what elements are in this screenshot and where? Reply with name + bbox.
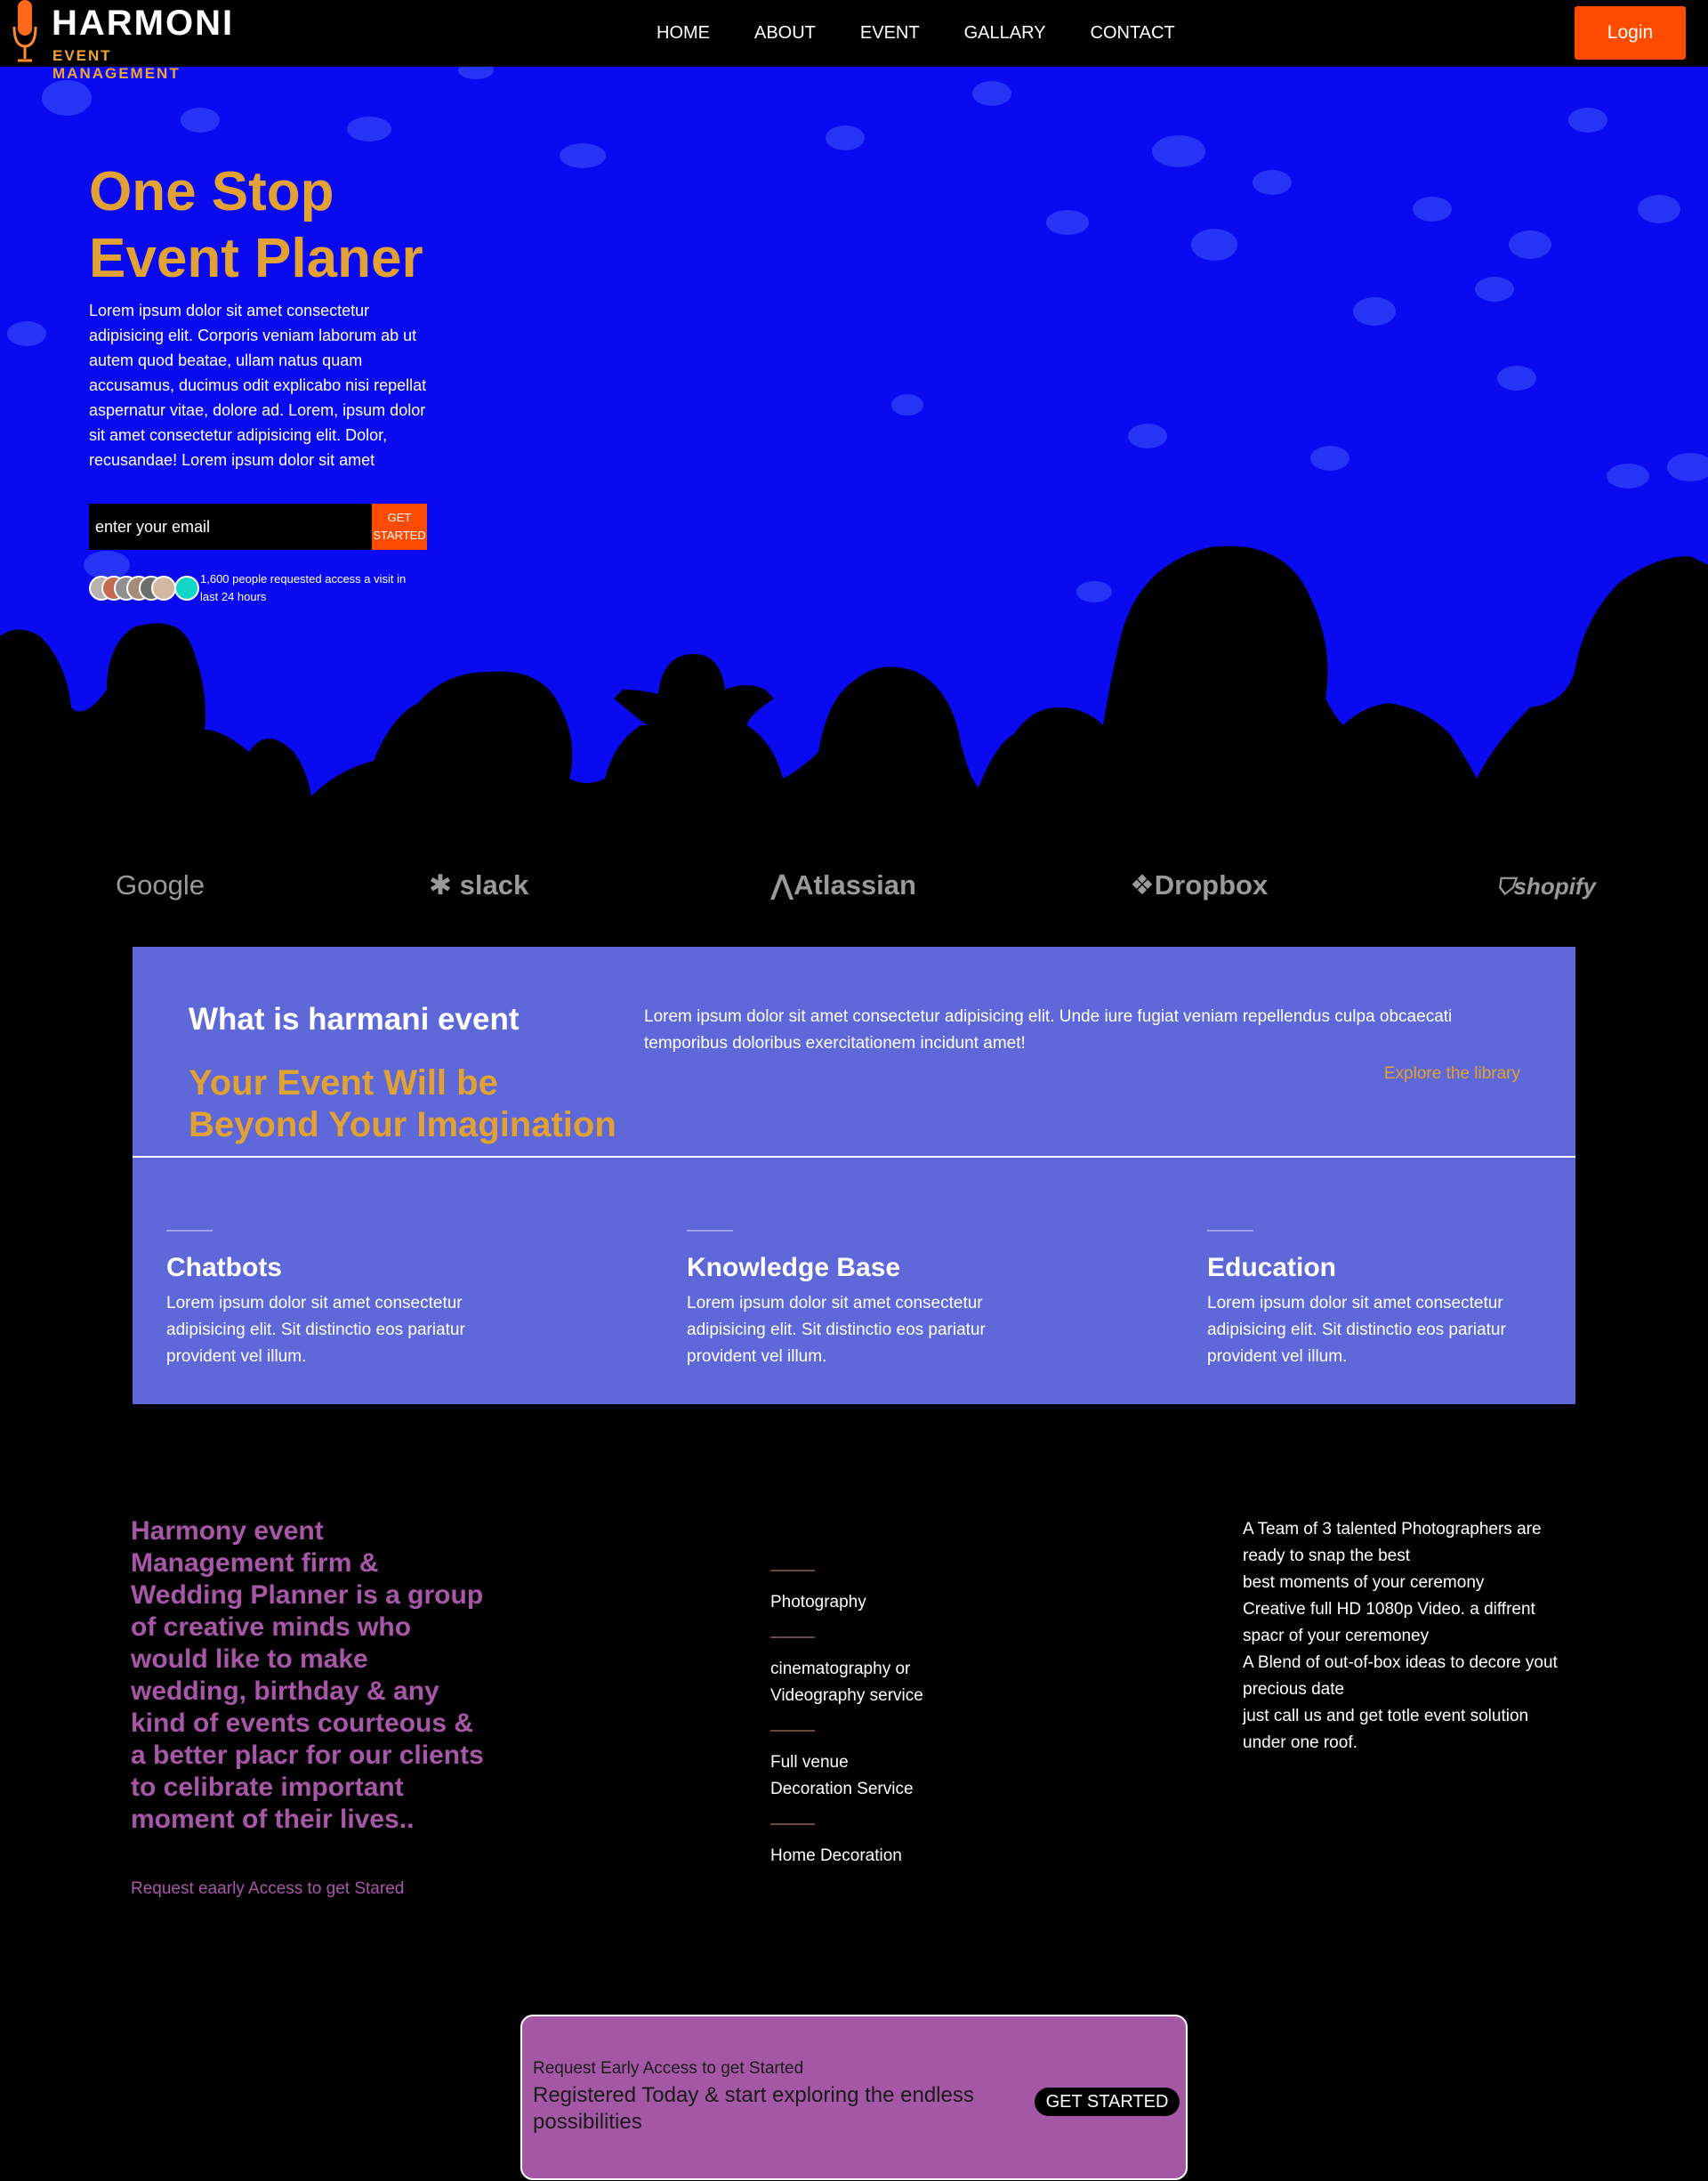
nav-link-about[interactable]: ABOUT <box>754 23 816 44</box>
service-divider <box>770 1570 815 1571</box>
feature-title: Education <box>1207 1253 1337 1282</box>
google-logo: Google <box>116 869 205 901</box>
atlassian-logo: ⋀Atlassian <box>770 869 916 901</box>
hero-section: One Stop Event Planer Lorem ipsum dolor … <box>0 67 1708 841</box>
nav-link-home[interactable]: HOME <box>657 23 710 44</box>
cta-title: Registered Today & start exploring the e… <box>533 2083 974 2134</box>
slack-logo: ✱ slack <box>429 869 528 901</box>
feature-chatbots: Chatbots Lorem ipsum dolor sit amet cons… <box>166 1230 522 1370</box>
service-item: cinematography or Videography service <box>770 1660 923 1705</box>
shopify-logo: ⛉shopify <box>1496 873 1596 901</box>
slack-label: slack <box>459 869 529 901</box>
feature-description: Lorem ipsum dolor sit amet consectetur a… <box>687 1294 986 1366</box>
cta-subtitle: Request Early Access to get Started <box>533 2059 804 2078</box>
nav-link-event[interactable]: EVENT <box>860 23 920 44</box>
dropbox-logo: ❖Dropbox <box>1130 869 1268 901</box>
avatar-group <box>89 576 203 601</box>
services-list: Photography cinematography or Videograph… <box>770 1570 1037 1890</box>
team-line: A Team of 3 talented Photographers are r… <box>1243 1520 1542 1565</box>
service-item: Full venue Decoration Service <box>770 1753 914 1798</box>
avatar <box>151 576 176 601</box>
shopify-label: shopify <box>1513 873 1596 900</box>
cta-card: Request Early Access to get Started Regi… <box>520 2015 1188 2180</box>
hero-title: One Stop Event Planer <box>89 161 423 289</box>
cta-get-started-button[interactable]: GET STARTED <box>1035 2088 1180 2116</box>
team-line: A Blend of out-of-box ideas to decore yo… <box>1243 1653 1558 1699</box>
explore-library-link[interactable]: Explore the library <box>1384 1064 1520 1084</box>
service-item: Photography <box>770 1593 866 1612</box>
logo-title: HARMONI <box>52 4 235 43</box>
feature-education: Education Lorem ipsum dolor sit amet con… <box>1207 1230 1563 1370</box>
microphone-icon <box>12 0 37 62</box>
team-description: A Team of 3 talented Photographers are r… <box>1243 1516 1572 1757</box>
service-divider <box>770 1730 815 1732</box>
about-heading: Your Event Will be Beyond Your Imaginati… <box>189 1063 616 1144</box>
slack-icon: ✱ <box>429 869 452 901</box>
feature-accent-line <box>166 1230 213 1232</box>
feature-accent-line <box>1207 1230 1253 1232</box>
shopify-icon: ⛉ <box>1496 873 1514 900</box>
dropbox-label: Dropbox <box>1154 869 1269 901</box>
get-started-button[interactable]: GET STARTED <box>372 504 427 550</box>
login-button[interactable]: Login <box>1575 6 1686 60</box>
top-nav: HARMONI EVENT MANAGEMENT HOME ABOUT EVEN… <box>0 0 1708 82</box>
feature-title: Knowledge Base <box>687 1253 901 1282</box>
access-note: 1,600 people requested access a visit in… <box>200 572 407 603</box>
logo-subtitle: EVENT MANAGEMENT <box>52 47 181 82</box>
service-item: Home Decoration <box>770 1846 902 1865</box>
team-line: just call us and get totle event solutio… <box>1243 1707 1529 1752</box>
team-line: Creative full HD 1080p Video. a diffrent… <box>1243 1600 1535 1645</box>
service-divider <box>770 1636 815 1638</box>
atlassian-icon: ⋀ <box>770 869 794 901</box>
feature-title: Chatbots <box>166 1253 282 1282</box>
harmony-intro: Harmony event Management firm & Wedding … <box>131 1516 484 1834</box>
avatar <box>174 576 199 601</box>
feature-description: Lorem ipsum dolor sit amet consectetur a… <box>166 1294 465 1366</box>
nav-link-contact[interactable]: CONTACT <box>1091 23 1175 44</box>
hero-description: Lorem ipsum dolor sit amet consectetur a… <box>89 302 427 469</box>
team-line: best moments of your ceremony <box>1243 1573 1485 1592</box>
feature-description: Lorem ipsum dolor sit amet consectetur a… <box>1207 1294 1506 1366</box>
dropbox-icon: ❖ <box>1130 869 1155 901</box>
feature-accent-line <box>687 1230 733 1232</box>
atlassian-label: Atlassian <box>794 869 916 901</box>
feature-knowledge-base: Knowledge Base Lorem ipsum dolor sit ame… <box>687 1230 1043 1370</box>
brand-logos: Google ✱ slack ⋀Atlassian ❖Dropbox ⛉shop… <box>0 841 1708 948</box>
nav-links: HOME ABOUT EVENT GALLARY CONTACT <box>657 0 1220 67</box>
nav-link-gallary[interactable]: GALLARY <box>964 23 1046 44</box>
service-divider <box>770 1823 815 1825</box>
email-input[interactable] <box>89 504 372 550</box>
logo[interactable]: HARMONI EVENT MANAGEMENT <box>11 0 242 82</box>
about-description: Lorem ipsum dolor sit amet consectetur a… <box>644 1007 1453 1053</box>
about-section: What is harmani event Your Event Will be… <box>133 947 1575 1404</box>
about-title: What is harmani event <box>189 1002 520 1037</box>
section-divider <box>133 1156 1575 1158</box>
request-access-link[interactable]: Request eaarly Access to get Stared <box>131 1879 404 1899</box>
